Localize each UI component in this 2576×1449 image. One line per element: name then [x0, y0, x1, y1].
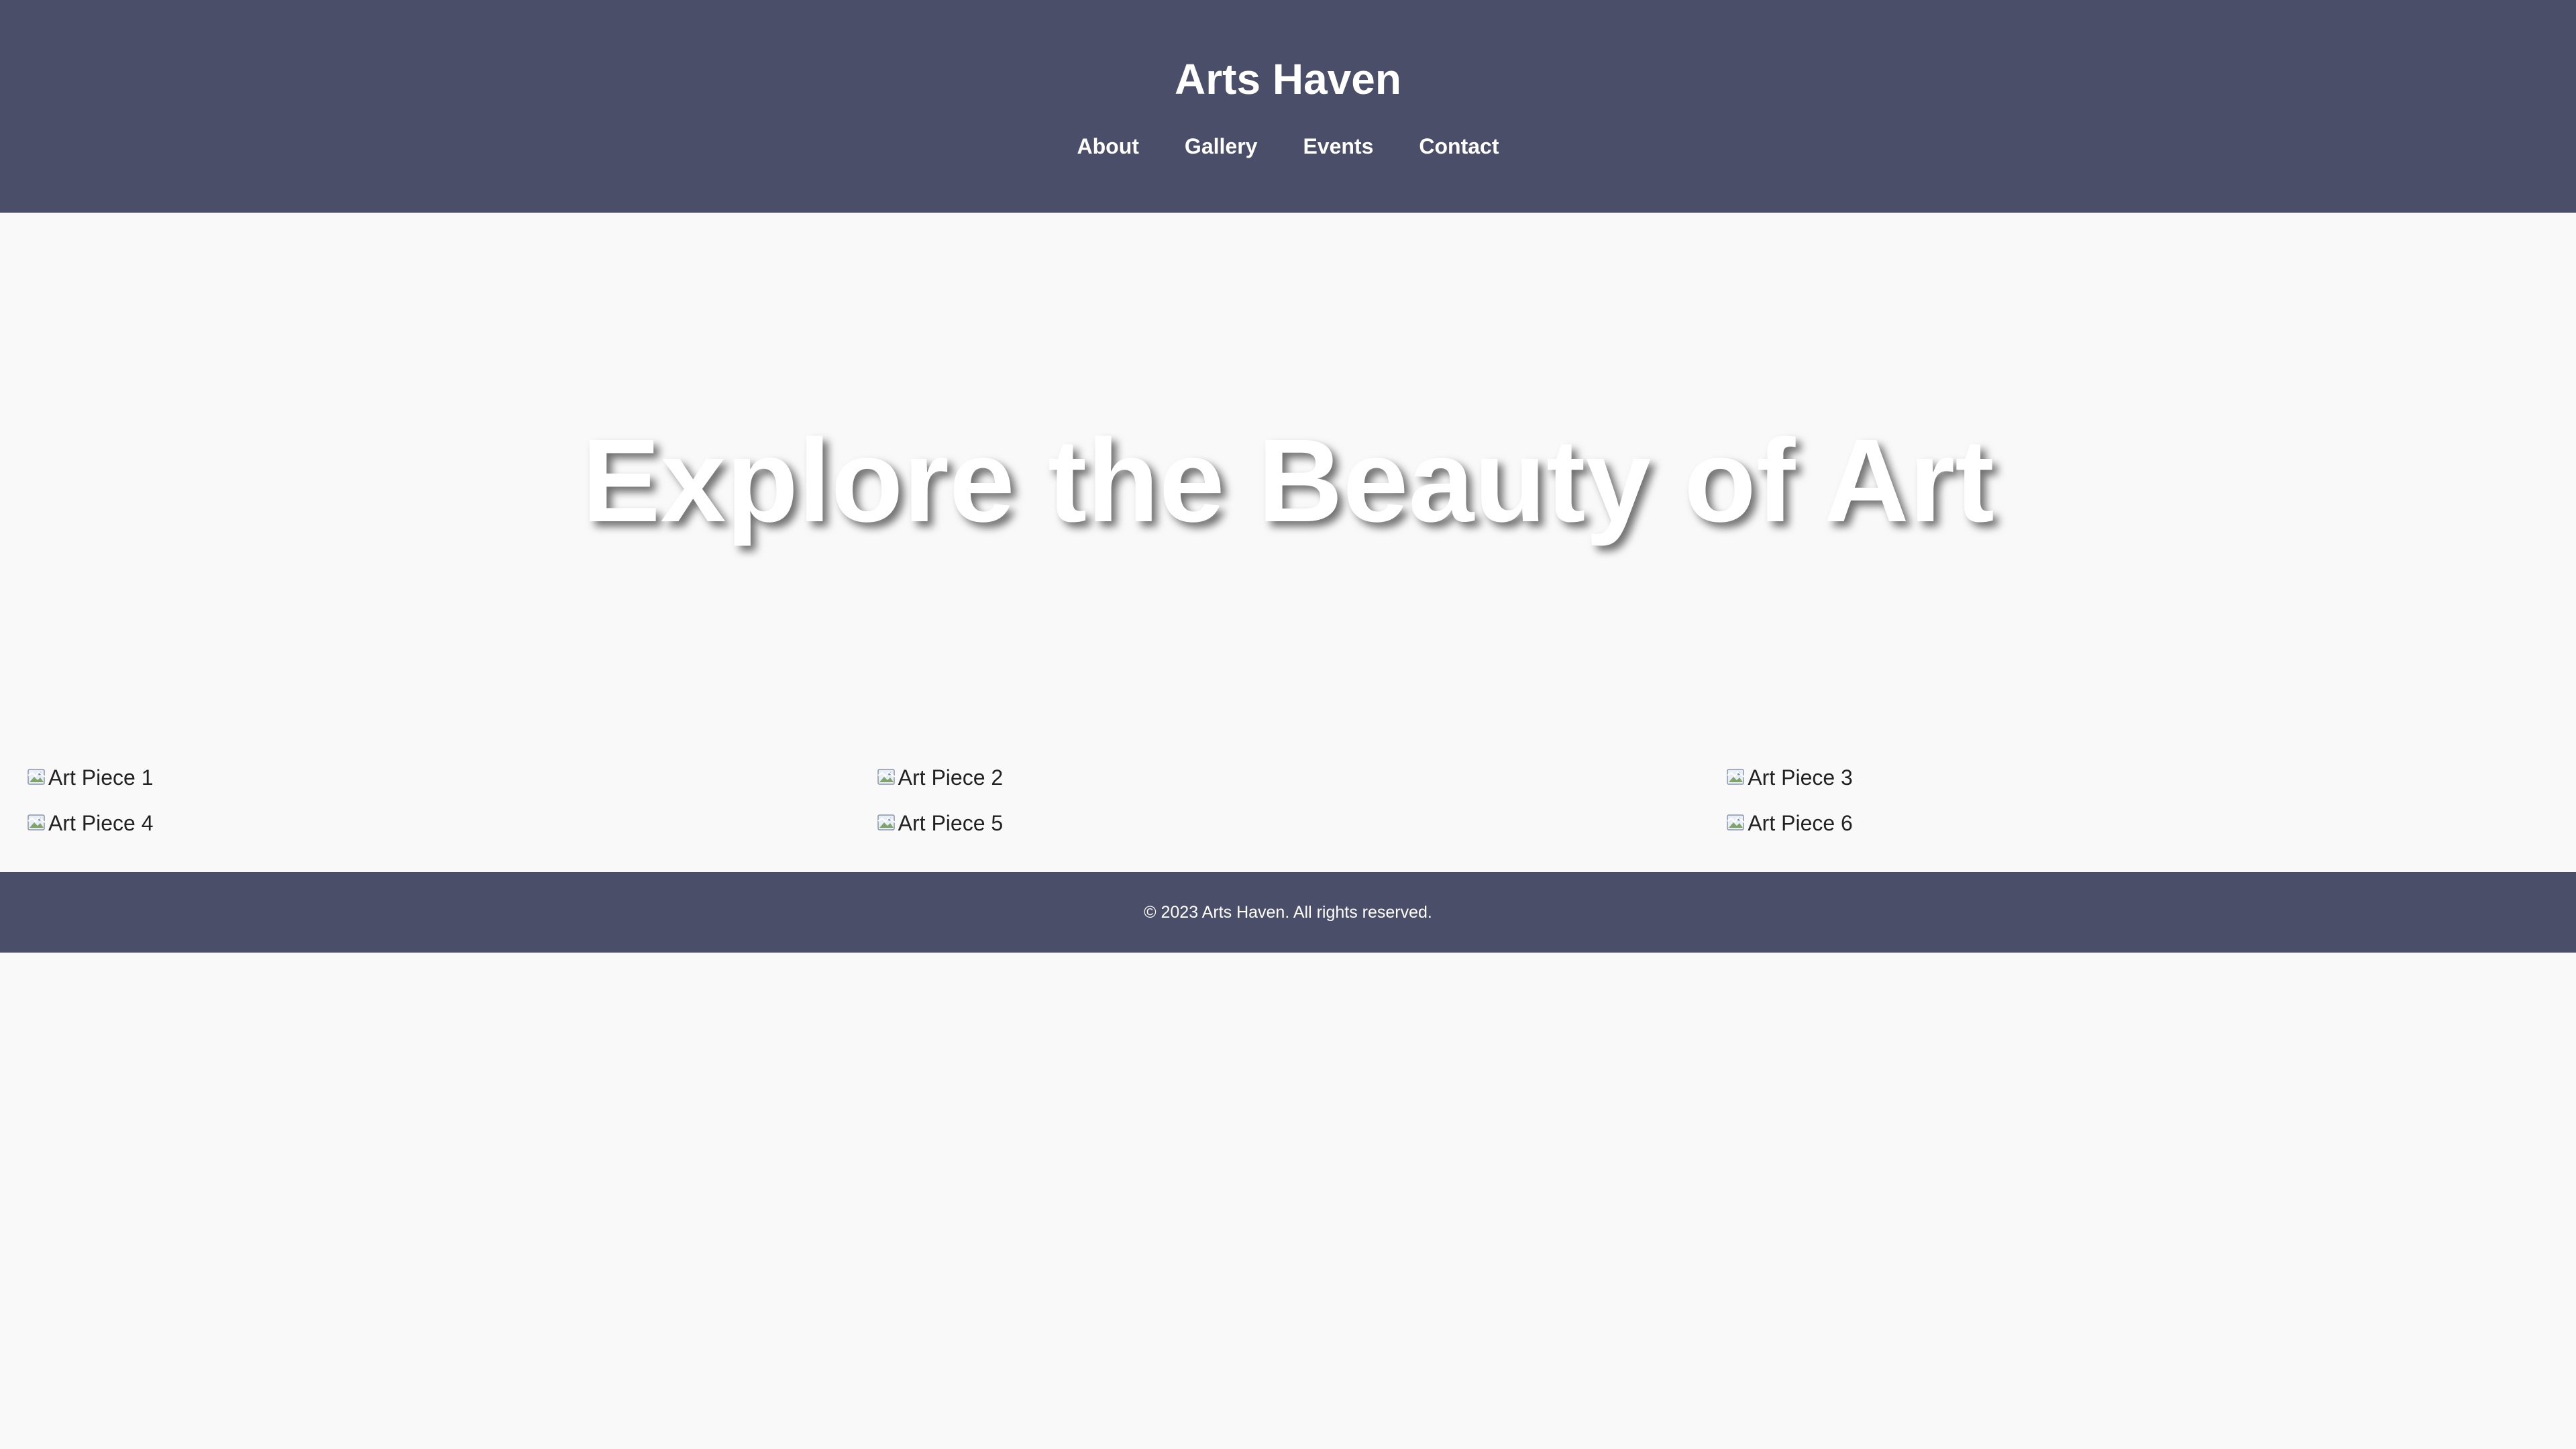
broken-image-icon: [27, 813, 47, 833]
gallery-item-2[interactable]: Art Piece 2: [877, 763, 1700, 792]
gallery-item-6[interactable]: Art Piece 6: [1726, 808, 2549, 838]
gallery-item-3[interactable]: Art Piece 3: [1726, 763, 2549, 792]
gallery-item-5[interactable]: Art Piece 5: [877, 808, 1700, 838]
gallery-item-alt: Art Piece 6: [1748, 811, 1853, 835]
broken-image-icon: [1726, 813, 1746, 833]
nav-link-events[interactable]: Events: [1303, 131, 1373, 161]
broken-image-icon: [27, 767, 47, 788]
gallery-item-alt: Art Piece 4: [48, 811, 154, 835]
gallery-item-alt: Art Piece 5: [898, 811, 1004, 835]
broken-image-icon: [877, 813, 897, 833]
main-nav: About Gallery Events Contact: [0, 131, 2576, 161]
nav-link-contact[interactable]: Contact: [1419, 131, 1499, 161]
broken-image-icon: [877, 767, 897, 788]
copyright-text: © 2023 Arts Haven. All rights reserved.: [1144, 903, 1432, 922]
nav-link-gallery[interactable]: Gallery: [1185, 131, 1258, 161]
gallery-item-4[interactable]: Art Piece 4: [27, 808, 850, 838]
broken-image-icon: [1726, 767, 1746, 788]
gallery-grid: Art Piece 1 Art Piece 2 Art Piece 3 Art …: [0, 763, 2576, 838]
site-footer: © 2023 Arts Haven. All rights reserved.: [0, 872, 2576, 953]
gallery-item-alt: Art Piece 1: [48, 765, 154, 790]
gallery-item-1[interactable]: Art Piece 1: [27, 763, 850, 792]
gallery-item-alt: Art Piece 2: [898, 765, 1004, 790]
hero-title: Explore the Beauty of Art: [582, 415, 1994, 547]
site-title: Arts Haven: [1175, 55, 1401, 103]
gallery-item-alt: Art Piece 3: [1748, 765, 1853, 790]
site-header: Arts Haven About Gallery Events Contact: [0, 0, 2576, 213]
nav-link-about[interactable]: About: [1077, 131, 1139, 161]
hero-section: Explore the Beauty of Art: [0, 213, 2576, 763]
